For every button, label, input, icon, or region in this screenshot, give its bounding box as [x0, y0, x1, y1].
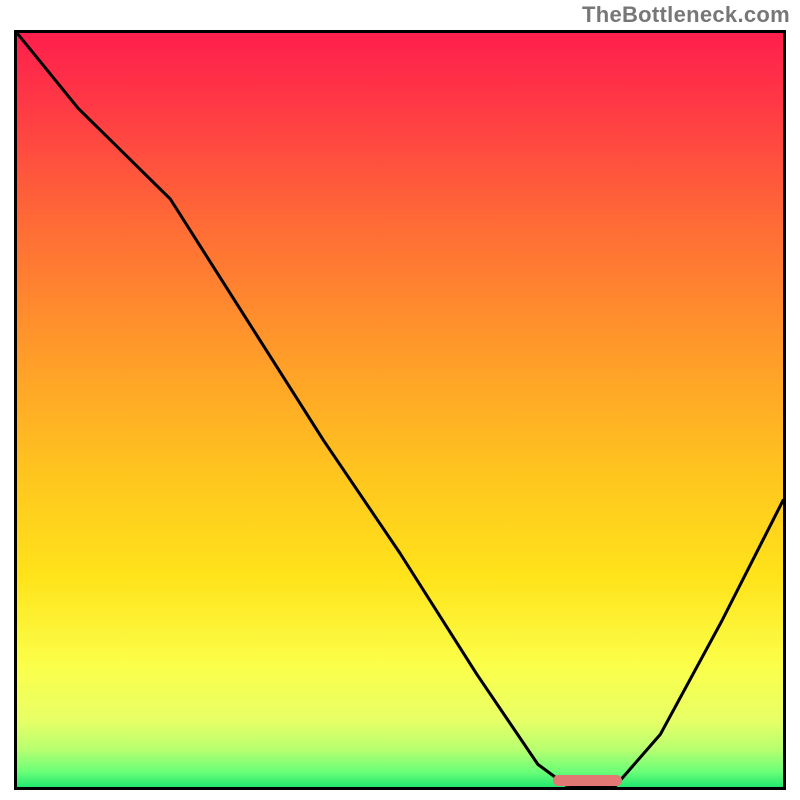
optimal-marker [553, 775, 622, 786]
plot-area [14, 30, 786, 790]
chart-container: TheBottleneck.com [0, 0, 800, 800]
bottleneck-curve [17, 33, 783, 787]
watermark-text: TheBottleneck.com [582, 2, 790, 28]
